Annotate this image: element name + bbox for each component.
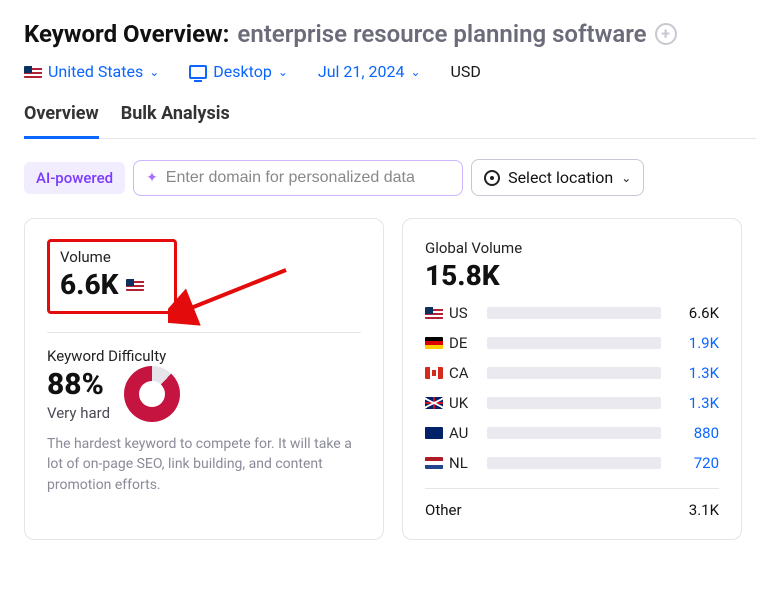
volume-card: Volume 6.6K Keyword Difficulty 88% Very …: [24, 218, 384, 540]
kd-level: Very hard: [47, 404, 110, 422]
ca-flag-icon: [425, 367, 443, 379]
country-code: NL: [425, 454, 477, 472]
us-flag-icon: [24, 66, 42, 78]
country-volume-row: NL 720: [425, 454, 719, 472]
chevron-down-icon: ⌄: [410, 65, 420, 79]
domain-input-wrapper[interactable]: ✦: [133, 160, 463, 196]
device-selector[interactable]: Desktop ⌄: [189, 62, 288, 81]
add-keyword-button[interactable]: +: [655, 23, 677, 45]
country-code: US: [425, 304, 477, 322]
tab-overview[interactable]: Overview: [24, 103, 99, 139]
domain-input[interactable]: [166, 169, 450, 187]
title-prefix: Keyword Overview:: [24, 20, 229, 48]
country-volume-row: UK 1.3K: [425, 394, 719, 412]
other-volume-row: Other 3.1K: [425, 488, 719, 519]
country-volume-value[interactable]: 1.3K: [671, 394, 719, 412]
keyword-text: enterprise resource planning software: [237, 20, 646, 48]
volume-value-row: 6.6K: [60, 268, 164, 301]
location-selector[interactable]: Select location ⌄: [471, 159, 644, 196]
country-volume-row: DE 1.9K: [425, 334, 719, 352]
uk-flag-icon: [425, 397, 443, 409]
volume-bar: [487, 397, 661, 409]
ai-row: AI-powered ✦ Select location ⌄: [24, 159, 756, 196]
location-pin-icon: [484, 170, 500, 186]
kd-row: 88% Very hard: [47, 365, 361, 422]
volume-bar: [487, 307, 661, 319]
date-selector[interactable]: Jul 21, 2024 ⌄: [318, 62, 421, 81]
kd-donut-chart: [124, 366, 180, 422]
kd-label: Keyword Difficulty: [47, 347, 361, 365]
kd-value: 88%: [47, 367, 110, 402]
country-volume-value[interactable]: 1.9K: [671, 334, 719, 352]
country-volume-row: CA 1.3K: [425, 364, 719, 382]
global-volume-total: 15.8K: [425, 259, 719, 292]
nl-flag-icon: [425, 457, 443, 469]
tab-bulk-analysis[interactable]: Bulk Analysis: [121, 103, 230, 138]
us-flag-icon: [425, 307, 443, 319]
volume-bar: [487, 457, 661, 469]
au-flag-icon: [425, 427, 443, 439]
country-volume-list: US 6.6K DE 1.9K CA 1.3K UK 1.3K AU 880 NL 720: [425, 304, 719, 472]
country-volume-row: AU 880: [425, 424, 719, 442]
volume-bar: [487, 337, 661, 349]
desktop-icon: [189, 65, 207, 79]
currency-label: USD: [451, 62, 481, 81]
country-volume-value[interactable]: 1.3K: [671, 364, 719, 382]
volume-bar: [487, 427, 661, 439]
country-volume-row: US 6.6K: [425, 304, 719, 322]
de-flag-icon: [425, 337, 443, 349]
country-code: CA: [425, 364, 477, 382]
country-code: UK: [425, 394, 477, 412]
country-selector[interactable]: United States ⌄: [24, 62, 159, 81]
chevron-down-icon: ⌄: [278, 65, 288, 79]
chevron-down-icon: ⌄: [149, 65, 159, 79]
cards-row: Volume 6.6K Keyword Difficulty 88% Very …: [24, 218, 756, 540]
volume-value: 6.6K: [60, 268, 118, 301]
tabs: Overview Bulk Analysis: [24, 103, 756, 139]
country-code: DE: [425, 334, 477, 352]
sparkle-icon: ✦: [146, 170, 158, 186]
page-title-row: Keyword Overview: enterprise resource pl…: [24, 20, 756, 48]
divider: [47, 332, 361, 333]
global-volume-label: Global Volume: [425, 239, 719, 257]
chevron-down-icon: ⌄: [621, 171, 631, 185]
us-flag-icon: [126, 279, 144, 291]
country-volume-value[interactable]: 720: [671, 454, 719, 472]
volume-highlight-box: Volume 6.6K: [47, 239, 177, 314]
kd-description: The hardest keyword to compete for. It w…: [47, 434, 361, 495]
ai-powered-badge: AI-powered: [24, 162, 125, 194]
global-volume-card: Global Volume 15.8K US6.6KDE1.9KCA1.3KUK…: [402, 218, 742, 540]
country-volume-value[interactable]: 880: [671, 424, 719, 442]
filter-bar: United States ⌄ Desktop ⌄ Jul 21, 2024 ⌄…: [24, 62, 756, 81]
other-label: Other: [425, 501, 462, 519]
volume-label: Volume: [60, 248, 164, 266]
other-value: 3.1K: [689, 501, 719, 519]
country-code: AU: [425, 424, 477, 442]
volume-bar: [487, 367, 661, 379]
country-volume-value: 6.6K: [671, 304, 719, 322]
